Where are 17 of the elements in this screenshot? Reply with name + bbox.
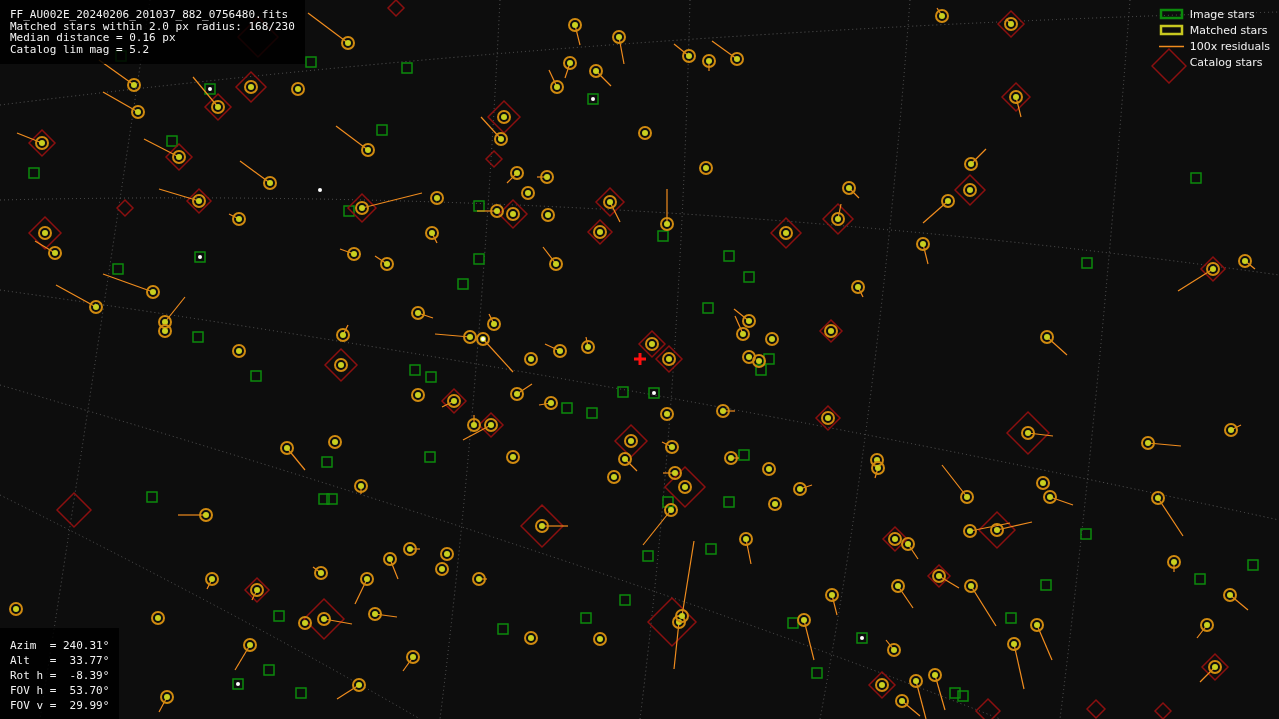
line-swatch-icon bbox=[1158, 44, 1184, 48]
info-text: FOV h = 53.70° bbox=[10, 683, 110, 698]
info-text: Catalog lim mag = 5.2 bbox=[10, 44, 150, 56]
legend-label: Catalog stars bbox=[1189, 55, 1263, 69]
legend-label: Image stars bbox=[1189, 7, 1255, 21]
info-text: Rot h = -8.39° bbox=[10, 668, 110, 683]
info-text: Median distance = 0.16 px bbox=[10, 32, 176, 45]
info-text: FOV v = 29.99° bbox=[10, 698, 110, 713]
square-swatch-icon bbox=[1158, 8, 1184, 20]
info-text: Azim = 240.31° bbox=[10, 638, 110, 653]
diamond-swatch-icon bbox=[1150, 48, 1187, 84]
legend-label: 100x residuals bbox=[1189, 39, 1270, 53]
square-swatch-icon bbox=[1158, 24, 1184, 36]
info-text: FF_AU002E_20240206_201037_882_0756480.fits bbox=[10, 9, 289, 21]
info-text: Matched stars within 2.0 px radius: 168/230 bbox=[10, 20, 295, 33]
legend-label: Matched stars bbox=[1189, 23, 1268, 37]
info-text: Alt = 33.77° bbox=[10, 653, 110, 668]
